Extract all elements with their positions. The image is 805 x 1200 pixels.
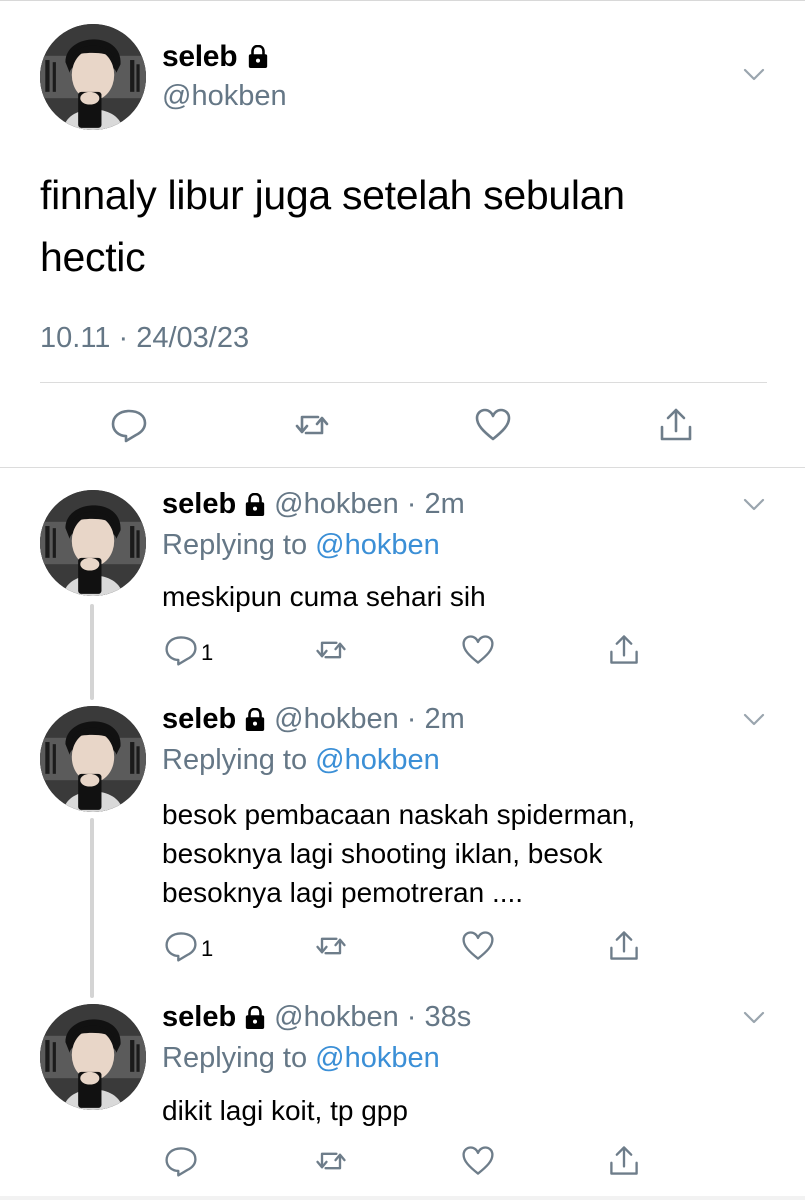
replying-to: Replying to @hokben xyxy=(162,529,440,562)
avatar[interactable] xyxy=(40,24,146,130)
main-tweet-text: finnaly libur juga setelah sebulan hecti… xyxy=(40,164,760,288)
share-upload-icon[interactable] xyxy=(656,405,696,445)
mention-link[interactable]: @hokben xyxy=(315,529,440,561)
heart-icon[interactable] xyxy=(460,1143,496,1179)
reply-text-line: besok pembacaan naskah spiderman, xyxy=(162,799,636,830)
reply-count: 1 xyxy=(201,936,214,961)
chevron-down-icon[interactable] xyxy=(743,1011,765,1025)
reply-header[interactable]: seleb @hokben · 2m xyxy=(162,703,465,736)
padlock-icon xyxy=(244,1006,266,1030)
top-divider xyxy=(0,0,805,1)
mention-link[interactable]: @hokben xyxy=(315,1042,440,1074)
heart-icon[interactable] xyxy=(460,632,496,668)
author-handle-time: @hokben · 2m xyxy=(274,703,465,735)
reply-text: besok pembacaan naskah spiderman, besokn… xyxy=(162,795,762,912)
padlock-icon xyxy=(244,708,266,732)
thread-connector xyxy=(90,604,94,700)
reply-text-line: besoknya lagi pemotreran .... xyxy=(162,877,524,908)
reply-count: 1 xyxy=(201,640,214,665)
thread-connector xyxy=(90,818,94,998)
author-handle-time: @hokben · 2m xyxy=(274,488,465,520)
heart-icon[interactable] xyxy=(460,928,496,964)
tweet-timestamp[interactable]: 10.11 · 24/03/23 xyxy=(40,322,249,355)
padlock-icon xyxy=(247,45,269,69)
reply-text-line: besoknya lagi shooting iklan, besok xyxy=(162,838,603,869)
speech-bubble-icon[interactable] xyxy=(163,1143,199,1179)
share-upload-icon[interactable] xyxy=(606,928,642,964)
reply-text-line: dikit lagi koit, tp gpp xyxy=(162,1095,408,1126)
chevron-down-icon[interactable] xyxy=(743,68,765,82)
author-name: seleb xyxy=(162,488,237,520)
replying-label: Replying to xyxy=(162,529,316,561)
retweet-icon[interactable] xyxy=(313,632,349,668)
author-handle-time: @hokben · 38s xyxy=(274,1001,472,1033)
replying-label: Replying to xyxy=(162,744,316,776)
author-name: seleb xyxy=(162,40,238,73)
replying-label: Replying to xyxy=(162,1042,316,1074)
speech-bubble-icon[interactable] xyxy=(163,928,199,964)
chevron-down-icon[interactable] xyxy=(743,713,765,727)
avatar[interactable] xyxy=(40,1004,146,1110)
avatar[interactable] xyxy=(40,706,146,812)
retweet-icon[interactable] xyxy=(313,1143,349,1179)
tweet-text-line: hectic xyxy=(40,234,146,280)
reply-header[interactable]: seleb @hokben · 2m xyxy=(162,488,465,521)
chevron-down-icon[interactable] xyxy=(743,498,765,512)
author-handle[interactable]: @hokben xyxy=(162,80,287,113)
author-name: seleb xyxy=(162,1001,237,1033)
reply-text: dikit lagi koit, tp gpp xyxy=(162,1091,762,1130)
mention-link[interactable]: @hokben xyxy=(315,744,440,776)
speech-bubble-icon[interactable] xyxy=(163,632,199,668)
tweet-text-line: finnaly libur juga setelah sebulan xyxy=(40,172,625,218)
main-tweet-author[interactable]: seleb xyxy=(162,40,269,74)
bottom-divider xyxy=(0,1196,805,1200)
replying-to: Replying to @hokben xyxy=(162,744,440,777)
divider xyxy=(0,467,805,468)
share-upload-icon[interactable] xyxy=(606,1143,642,1179)
retweet-icon[interactable] xyxy=(313,928,349,964)
share-upload-icon[interactable] xyxy=(606,632,642,668)
reply-text-line: meskipun cuma sehari sih xyxy=(162,581,486,612)
replying-to: Replying to @hokben xyxy=(162,1042,440,1075)
divider xyxy=(40,382,767,383)
speech-bubble-icon[interactable] xyxy=(109,405,149,445)
padlock-icon xyxy=(244,493,266,517)
reply-text: meskipun cuma sehari sih xyxy=(162,577,762,616)
avatar[interactable] xyxy=(40,490,146,596)
author-name: seleb xyxy=(162,703,237,735)
heart-icon[interactable] xyxy=(473,405,513,445)
retweet-icon[interactable] xyxy=(292,405,332,445)
reply-header[interactable]: seleb @hokben · 38s xyxy=(162,1001,471,1034)
